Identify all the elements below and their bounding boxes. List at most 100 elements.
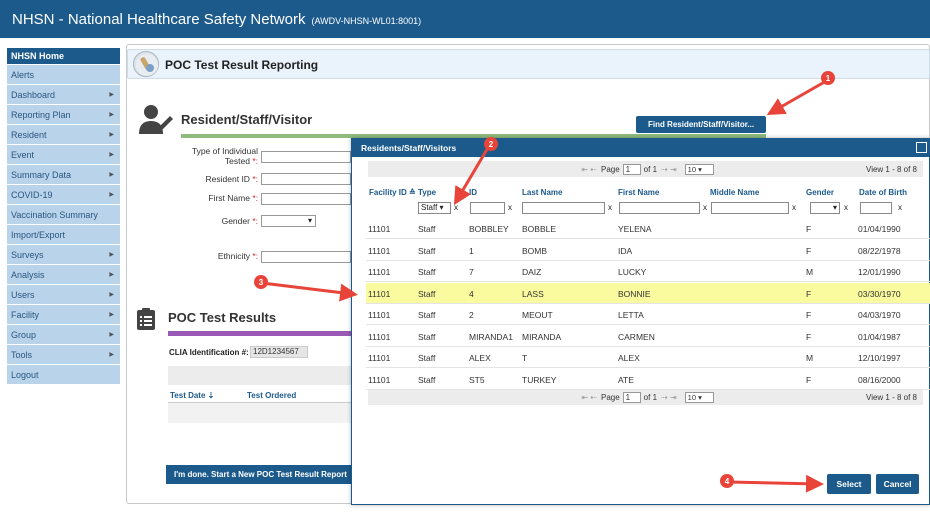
find-resident-button[interactable]: Find Resident/Staff/Visitor... xyxy=(636,116,766,133)
cell-id: MIRANDA1 xyxy=(469,331,513,342)
col-test-ordered[interactable]: Test Ordered xyxy=(247,391,296,400)
table-row[interactable]: 11101 Staff 1 BOMB IDA F 08/22/1978 xyxy=(366,240,930,261)
page-size-select[interactable]: 10 ▾ xyxy=(684,163,714,175)
resident-id-input[interactable] xyxy=(261,173,351,185)
col-test-date[interactable]: Test Date ⇣ xyxy=(170,391,214,400)
ethnicity-select[interactable] xyxy=(261,251,351,263)
cell-facility: 11101 xyxy=(368,288,391,299)
type-filter-select[interactable]: Staff ▾ xyxy=(418,202,451,214)
col-first-name[interactable]: First Name xyxy=(618,188,659,197)
chevron-right-icon: ▶ xyxy=(109,192,114,198)
sidebar-item-surveys[interactable]: Surveys ▶ xyxy=(7,245,120,265)
cell-gender: F xyxy=(806,374,812,385)
sidebar-item-label: Summary Data xyxy=(11,169,72,180)
close-icon[interactable] xyxy=(916,142,927,153)
table-row[interactable]: 11101 Staff 2 MEOUT LETTA F 04/03/1970 xyxy=(366,304,930,325)
cell-first: ATE xyxy=(618,374,634,385)
cell-dob: 01/04/1987 xyxy=(858,331,901,342)
sidebar-item-covid-19[interactable]: COVID-19 ▶ xyxy=(7,185,120,205)
col-type[interactable]: Type xyxy=(418,188,436,197)
cell-facility: 11101 xyxy=(368,374,391,385)
sidebar-item-vaccination-summary[interactable]: Vaccination Summary xyxy=(7,205,120,225)
table-row[interactable]: 11101 Staff MIRANDA1 MIRANDA CARMEN F 01/04/19… xyxy=(366,326,930,347)
table-row[interactable]: 11101 Staff BOBBLEY BOBBLE YELENA F 01/04/1990 xyxy=(366,218,930,239)
col-id[interactable]: ID xyxy=(469,188,477,197)
table-row[interactable]: 11101 Staff 7 DAIZ LUCKY M 12/01/1990 xyxy=(366,261,930,282)
sidebar-item-alerts[interactable]: Alerts xyxy=(7,65,120,85)
clear-last-name-filter[interactable]: x xyxy=(608,203,612,212)
page-input[interactable]: 1 xyxy=(622,163,641,175)
cell-gender: F xyxy=(806,245,812,256)
sidebar-item-summary-data[interactable]: Summary Data ▶ xyxy=(7,165,120,185)
clear-gender-filter[interactable]: x xyxy=(844,203,848,212)
first-prev-page-icon[interactable]: ⇤ ⇠ xyxy=(581,393,597,402)
sidebar-item-users[interactable]: Users ▶ xyxy=(7,285,120,305)
cell-last: LASS xyxy=(522,288,544,299)
last-name-filter-input[interactable] xyxy=(522,202,605,214)
cell-id: ALEX xyxy=(469,353,491,363)
cell-last: MIRANDA xyxy=(522,331,562,342)
sidebar-item-analysis[interactable]: Analysis ▶ xyxy=(7,265,120,285)
middle-name-filter-input[interactable] xyxy=(711,202,789,214)
type-select[interactable] xyxy=(261,151,351,163)
sidebar-item-import-export[interactable]: Import/Export xyxy=(7,225,120,245)
person-icon xyxy=(139,103,173,135)
results-grid-header: Test Date ⇣ Test Ordered xyxy=(168,389,354,403)
sidebar-item-nhsn-home[interactable]: NHSN Home xyxy=(7,48,120,65)
clear-dob-filter[interactable]: x xyxy=(898,203,902,212)
page-title: POC Test Result Reporting xyxy=(165,58,319,72)
sidebar-item-reporting-plan[interactable]: Reporting Plan ▶ xyxy=(7,105,120,125)
cell-facility: 11101 xyxy=(368,353,391,363)
clear-type-filter[interactable]: x xyxy=(454,203,458,212)
cell-first: BONNIE xyxy=(618,288,651,299)
page-input[interactable]: 1 xyxy=(622,391,641,403)
chevron-right-icon: ▶ xyxy=(109,332,114,338)
cell-dob: 03/30/1970 xyxy=(858,288,901,299)
sidebar-item-group[interactable]: Group ▶ xyxy=(7,325,120,345)
col-dob[interactable]: Date of Birth xyxy=(859,188,907,197)
cell-dob: 04/03/1970 xyxy=(858,310,901,320)
clear-id-filter[interactable]: x xyxy=(508,203,512,212)
clipboard-icon xyxy=(136,307,156,331)
sidebar-item-event[interactable]: Event ▶ xyxy=(7,145,120,165)
sidebar-item-facility[interactable]: Facility ▶ xyxy=(7,305,120,325)
cell-facility: 11101 xyxy=(368,331,391,342)
table-row[interactable]: 11101 Staff ALEX T ALEX M 12/10/1997 xyxy=(366,347,930,368)
sidebar-item-dashboard[interactable]: Dashboard ▶ xyxy=(7,85,120,105)
cell-last: BOMB xyxy=(522,245,548,256)
gender-filter-select[interactable]: ▾ xyxy=(810,202,840,214)
next-last-page-icon[interactable]: ⇢ ⇥ xyxy=(661,165,677,174)
table-row[interactable]: 11101 Staff ST5 TURKEY ATE F 08/16/2000 xyxy=(366,369,930,390)
next-last-page-icon[interactable]: ⇢ ⇥ xyxy=(661,393,677,402)
cell-gender: M xyxy=(806,267,814,277)
sidebar-item-tools[interactable]: Tools ▶ xyxy=(7,345,120,365)
sidebar-item-logout[interactable]: Logout xyxy=(7,365,120,385)
first-prev-page-icon[interactable]: ⇤ ⇠ xyxy=(581,165,597,174)
page-size-select[interactable]: 10 ▾ xyxy=(684,391,714,403)
sidebar-item-label: Logout xyxy=(11,369,39,380)
done-start-new-button[interactable]: I'm done. Start a New POC Test Result Re… xyxy=(166,465,352,484)
clear-middle-name-filter[interactable]: x xyxy=(792,203,796,212)
clia-label: CLIA Identification #: xyxy=(169,348,249,357)
select-button[interactable]: Select xyxy=(827,474,871,494)
col-last-name[interactable]: Last Name xyxy=(522,188,562,197)
sidebar-item-label: Tools xyxy=(11,349,33,360)
col-facility-id[interactable]: Facility ID ≙ xyxy=(369,188,416,197)
clear-first-name-filter[interactable]: x xyxy=(703,203,707,212)
cell-dob: 01/04/1990 xyxy=(858,224,901,234)
id-filter-input[interactable] xyxy=(470,202,505,214)
cell-type: Staff xyxy=(418,310,436,320)
col-gender[interactable]: Gender xyxy=(806,188,834,197)
cancel-button[interactable]: Cancel xyxy=(876,474,919,494)
sidebar-item-label: Surveys xyxy=(11,249,44,260)
results-section-title: POC Test Results xyxy=(168,310,277,325)
first-name-input[interactable] xyxy=(261,193,351,205)
col-middle-name[interactable]: Middle Name xyxy=(710,188,759,197)
table-row[interactable]: 11101 Staff 4 LASS BONNIE F 03/30/1970 xyxy=(366,282,930,304)
dob-filter-input[interactable] xyxy=(860,202,892,214)
gender-label: Gender *: xyxy=(221,216,258,226)
first-name-filter-input[interactable] xyxy=(619,202,700,214)
gender-select[interactable]: ▾ xyxy=(261,215,316,227)
sidebar-item-label: Alerts xyxy=(11,69,35,80)
sidebar-item-resident[interactable]: Resident ▶ xyxy=(7,125,120,145)
